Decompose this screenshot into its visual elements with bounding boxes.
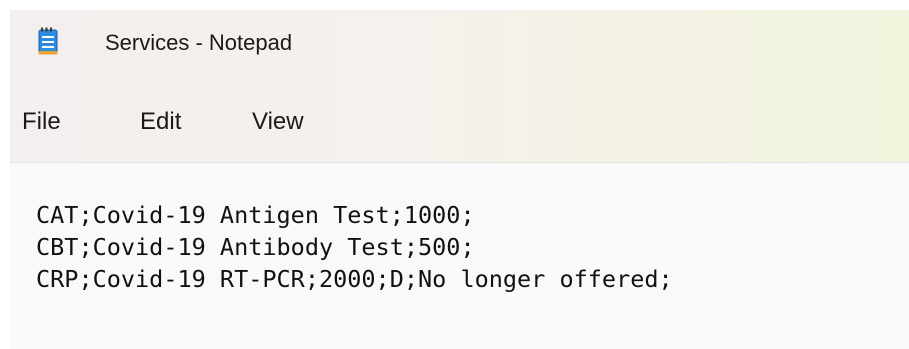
- menu-bar: File Edit View: [10, 100, 909, 144]
- notepad-window: Services - Notepad File Edit View CAT;Co…: [10, 10, 909, 349]
- menu-file[interactable]: File: [22, 108, 61, 136]
- editor-line-2: CBT;Covid-19 Antibody Test;500;: [36, 233, 475, 261]
- window-chrome: Services - Notepad File Edit View: [10, 10, 909, 163]
- title-bar[interactable]: Services - Notepad: [10, 10, 909, 78]
- editor-content[interactable]: CAT;Covid-19 Antigen Test;1000; CBT;Covid…: [36, 199, 673, 295]
- notepad-icon: [38, 27, 58, 55]
- editor-line-3: CRP;Covid-19 RT-PCR;2000;D;No longer off…: [36, 265, 673, 293]
- editor-line-1: CAT;Covid-19 Antigen Test;1000;: [36, 201, 475, 229]
- menu-edit[interactable]: Edit: [140, 108, 181, 136]
- menu-view[interactable]: View: [252, 108, 304, 136]
- text-editor[interactable]: CAT;Covid-19 Antigen Test;1000; CBT;Covid…: [10, 163, 909, 349]
- window-title: Services - Notepad: [105, 30, 293, 55]
